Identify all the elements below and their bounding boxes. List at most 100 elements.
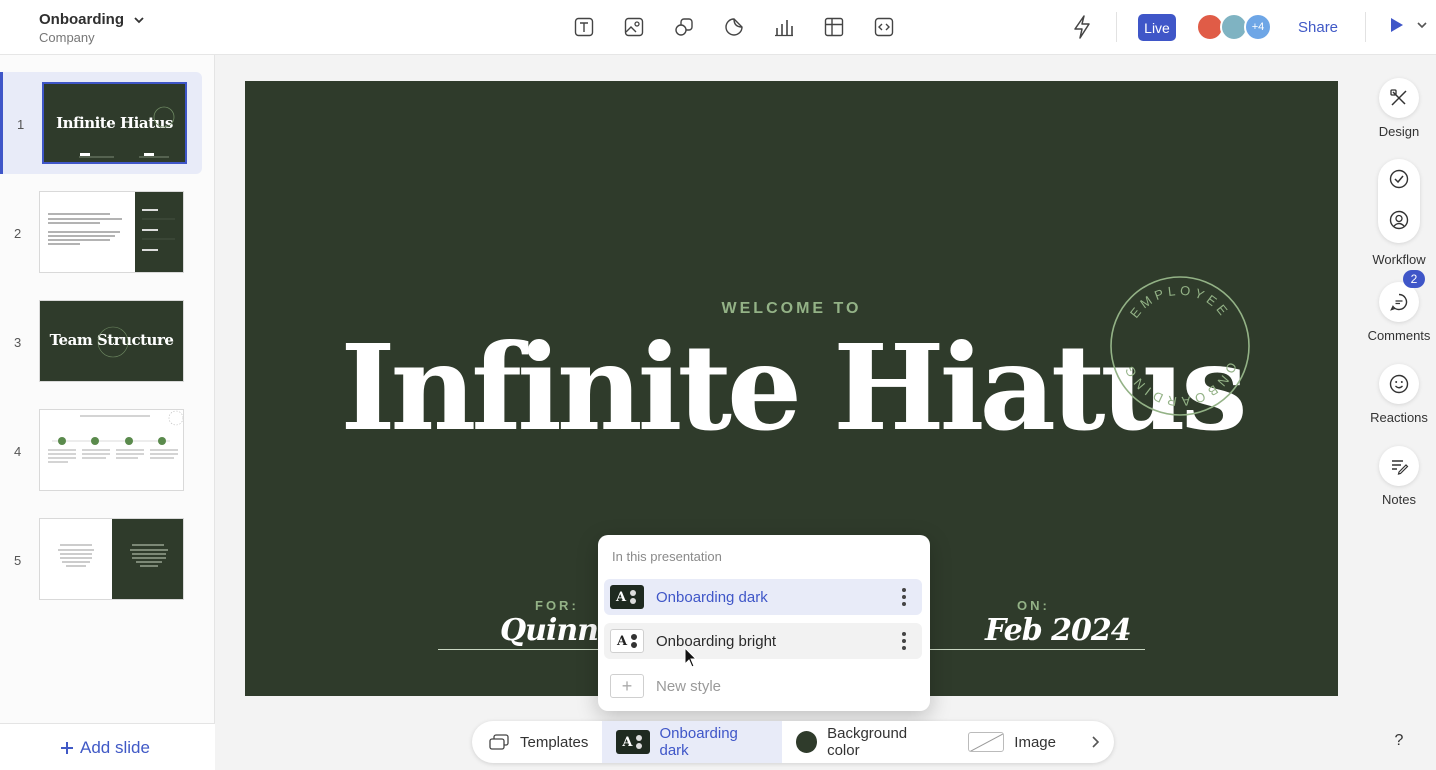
insert-sticker-button[interactable] <box>720 13 748 41</box>
background-color-label: Background color <box>827 725 908 759</box>
style-swatch-icon: A <box>610 629 644 653</box>
more-options-icon[interactable] <box>902 632 906 650</box>
style-menu-heading: In this presentation <box>612 549 722 564</box>
more-options-icon[interactable] <box>902 588 906 606</box>
slide-preview: Team Structure <box>39 300 184 382</box>
insert-text-button[interactable] <box>570 13 598 41</box>
on-label[interactable]: ON: <box>1017 598 1050 613</box>
divider <box>1365 12 1366 42</box>
play-icon <box>1391 18 1403 32</box>
slide-preview: Infinite Hiatus <box>42 82 187 164</box>
slide-number: 3 <box>14 335 22 350</box>
chevron-down-icon[interactable] <box>1416 20 1428 30</box>
date-text[interactable]: Feb 2024 <box>985 613 1132 648</box>
svg-text:ONBOARDING: ONBOARDING <box>1120 360 1240 409</box>
insert-chart-button[interactable] <box>770 13 798 41</box>
slide-thumbnail-1[interactable]: 1 Infinite Hiatus <box>0 72 202 174</box>
insert-image-button[interactable] <box>620 13 648 41</box>
notes-panel-button[interactable]: Notes <box>1366 446 1432 507</box>
avatars-more-badge[interactable]: +4 <box>1244 13 1272 41</box>
chart-icon <box>775 20 793 37</box>
slide-preview-decor <box>97 326 129 358</box>
insert-table-button[interactable] <box>820 13 848 41</box>
slide-panel: 1 Infinite Hiatus 2 3 Team Structure 4 5… <box>0 55 215 770</box>
check-circle-icon[interactable] <box>1389 169 1409 189</box>
reactions-label: Reactions <box>1370 410 1428 425</box>
insert-embed-button[interactable] <box>870 13 898 41</box>
signature-line <box>930 649 1145 650</box>
design-label: Design <box>1378 124 1420 139</box>
document-title-menu[interactable]: Onboarding <box>39 11 146 28</box>
design-panel-button[interactable]: Design <box>1366 78 1432 139</box>
comments-count-badge: 2 <box>1403 270 1425 288</box>
design-button[interactable] <box>1379 78 1419 118</box>
notes-button[interactable] <box>1379 446 1419 486</box>
slide-number: 1 <box>17 117 25 132</box>
toolbar-next-button[interactable] <box>1070 721 1114 763</box>
workflow-panel <box>1378 159 1420 243</box>
image-icon <box>624 17 644 37</box>
background-image-button[interactable]: Image <box>954 721 1070 763</box>
background-image-label: Image <box>1014 733 1056 751</box>
templates-label: Templates <box>520 733 589 751</box>
signature-line <box>438 649 598 650</box>
slide-preview-decor <box>48 192 183 272</box>
user-circle-icon[interactable] <box>1389 210 1409 230</box>
no-image-icon <box>968 732 1005 752</box>
present-button[interactable] <box>1390 17 1428 33</box>
reactions-button[interactable] <box>1379 364 1419 404</box>
slide-number: 2 <box>14 226 22 241</box>
style-swatch-icon: A <box>616 730 650 754</box>
style-option-onboarding-dark[interactable]: A Onboarding dark <box>604 579 922 615</box>
new-style-button[interactable]: + New style <box>610 674 721 698</box>
comments-button[interactable]: 2 <box>1379 270 1425 322</box>
reactions-panel-button[interactable]: Reactions <box>1366 364 1432 425</box>
slide-number: 4 <box>14 444 22 459</box>
style-selector-button[interactable]: A Onboarding dark <box>602 721 782 763</box>
plus-icon <box>61 742 73 754</box>
slide-thumbnail-2[interactable]: 2 <box>0 181 202 283</box>
slide-thumbnail-3[interactable]: 3 Team Structure <box>0 290 202 392</box>
slide-style-toolbar: Templates A Onboarding dark Background c… <box>472 721 1114 763</box>
templates-icon <box>489 734 509 750</box>
slide-preview-decor <box>58 519 183 599</box>
insert-toolbar <box>570 13 898 41</box>
help-button[interactable]: ? <box>1388 730 1410 752</box>
notes-label: Notes <box>1382 492 1416 507</box>
live-button[interactable]: Live <box>1138 14 1176 41</box>
slide-thumbnail-5[interactable]: 5 <box>0 508 202 610</box>
share-button[interactable]: Share <box>1298 19 1338 36</box>
workflow-label: Workflow <box>1372 252 1426 267</box>
add-slide-bar: Add slide <box>0 723 215 770</box>
comments-panel-button[interactable]: 2 Comments <box>1366 270 1432 343</box>
style-option-label: Onboarding bright <box>656 632 777 650</box>
comments-label: Comments <box>1367 328 1431 343</box>
add-slide-button[interactable]: Add slide <box>60 738 150 758</box>
style-option-label: Onboarding dark <box>656 588 768 606</box>
slide-preview-decor <box>79 106 175 158</box>
embed-icon <box>874 17 894 37</box>
slide-thumbnail-4[interactable]: 4 <box>0 399 202 501</box>
color-swatch-icon <box>795 731 818 753</box>
notes-icon <box>1392 460 1409 475</box>
add-slide-label: Add slide <box>80 738 150 757</box>
insert-shape-button[interactable] <box>670 13 698 41</box>
style-swatch-icon: A <box>610 585 644 609</box>
background-color-button[interactable]: Background color <box>782 721 955 763</box>
style-selector-label: Onboarding dark <box>659 725 738 759</box>
document-title: Onboarding <box>39 11 124 28</box>
mouse-cursor-icon <box>684 647 698 668</box>
for-label[interactable]: FOR: <box>535 598 579 613</box>
chevron-right-icon <box>1092 736 1100 748</box>
top-bar: Onboarding Company Live +4 Share <box>0 0 1436 55</box>
style-option-onboarding-bright[interactable]: A Onboarding bright <box>604 623 922 659</box>
design-tools-icon <box>1390 89 1407 106</box>
templates-button[interactable]: Templates <box>472 721 602 763</box>
lightning-icon[interactable] <box>1070 14 1094 40</box>
style-menu: In this presentation A Onboarding dark A… <box>598 535 930 711</box>
slide-number: 5 <box>14 553 22 568</box>
slide-preview <box>39 409 184 491</box>
comment-icon <box>1390 293 1408 311</box>
table-icon <box>824 17 844 37</box>
onboarding-stamp[interactable]: EMPLOYEE ONBOARDING <box>1109 275 1251 417</box>
